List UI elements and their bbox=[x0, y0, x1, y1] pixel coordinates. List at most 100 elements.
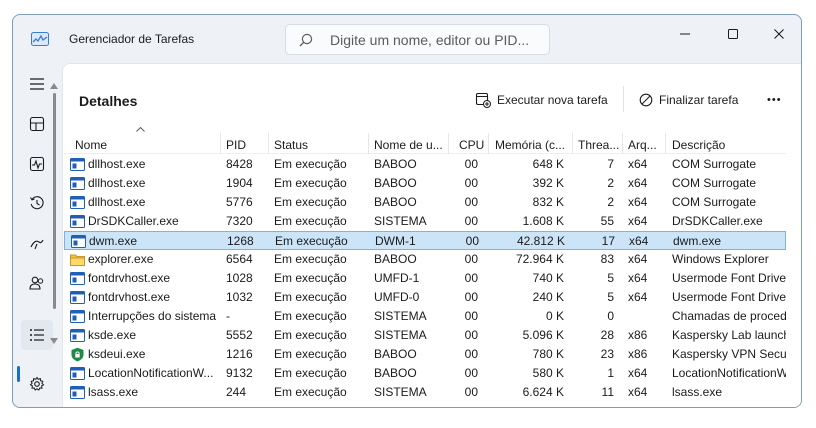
cell-name: explorer.exe bbox=[88, 252, 154, 266]
cell-desc: Usermode Font Driver bbox=[672, 271, 786, 285]
column-header-cpu[interactable]: CPU bbox=[459, 125, 489, 154]
table-row[interactable]: DrSDKCaller.exe 7320 Em execução SISTEMA 00 1… bbox=[64, 212, 786, 231]
table-row[interactable]: dllhost.exe 8428 Em execução BABOO 00 648 K 7x… bbox=[64, 155, 786, 174]
cell-arch: x86 bbox=[628, 328, 648, 342]
cell-arch: x64 bbox=[628, 252, 648, 266]
search-icon bbox=[299, 33, 313, 47]
window-icon bbox=[70, 291, 85, 304]
cell-name: ksdeui.exe bbox=[88, 347, 146, 361]
cell-desc: LocationNotificationW bbox=[672, 366, 786, 380]
cell-user: BABOO bbox=[374, 195, 417, 209]
cell-mem: 648 K bbox=[532, 157, 564, 171]
cell-pid: 6564 bbox=[226, 252, 253, 266]
cell-name: fontdrvhost.exe bbox=[88, 290, 171, 304]
window-icon bbox=[70, 177, 85, 190]
cell-mem: 780 K bbox=[532, 347, 564, 361]
cell-threads: 17 bbox=[601, 234, 615, 248]
end-task-label: Finalizar tarefa bbox=[659, 93, 739, 107]
page-title: Detalhes bbox=[79, 93, 138, 109]
nav-startup-apps[interactable] bbox=[21, 228, 53, 258]
window-icon bbox=[71, 235, 86, 248]
cell-user: SISTEMA bbox=[374, 328, 427, 342]
column-header-pid[interactable]: PID bbox=[226, 125, 266, 154]
cell-arch: x64 bbox=[628, 214, 648, 228]
cell-threads: 23 bbox=[600, 347, 614, 361]
table-row[interactable]: ksdeui.exe 1216 Em execução BABOO 00 780 K 23 x… bbox=[64, 345, 786, 364]
column-header-user[interactable]: Nome de u... bbox=[374, 125, 448, 154]
nav-app-history[interactable] bbox=[21, 188, 53, 218]
cell-status: Em execução bbox=[274, 290, 347, 304]
column-header-memory[interactable]: Memória (c... bbox=[495, 125, 571, 154]
cell-name: Interrupções do sistema bbox=[88, 309, 216, 323]
performance-icon bbox=[29, 156, 45, 172]
cell-status: Em execução bbox=[274, 366, 347, 380]
table-row[interactable]: ksde.exe 5552 Em execução SISTEMA 00 5.096 K 2… bbox=[64, 326, 786, 345]
nav-scroll-up-icon[interactable] bbox=[50, 83, 58, 89]
cell-mem: 0 K bbox=[545, 309, 564, 323]
cell-threads: 2 bbox=[607, 195, 614, 209]
minimize-button[interactable] bbox=[663, 19, 707, 49]
cell-cpu: 00 bbox=[464, 252, 478, 266]
table-row[interactable]: dwm.exe 1268 Em execução DWM-1 00 42.812 K 17 x… bbox=[64, 231, 786, 250]
minimize-icon bbox=[680, 33, 690, 35]
cell-mem: 392 K bbox=[532, 176, 564, 190]
run-new-task-button[interactable]: Executar nova tarefa bbox=[475, 88, 608, 112]
cell-threads: 5 bbox=[576, 402, 614, 405]
more-options-button[interactable]: ••• bbox=[767, 88, 782, 112]
startup-icon bbox=[30, 239, 44, 250]
cell-status: Em execução bbox=[274, 385, 347, 399]
cell-desc: Usermode Font Driver bbox=[672, 290, 786, 304]
cell-arch: x64 bbox=[628, 157, 648, 171]
table-row[interactable]: fontdrvhost.exe 1032 Em execução UMFD-0 00 24… bbox=[64, 288, 786, 307]
cell-status: Em execução bbox=[274, 402, 366, 405]
toolbar-divider bbox=[623, 86, 624, 112]
search-box[interactable] bbox=[285, 24, 550, 55]
nav-performance[interactable] bbox=[21, 149, 53, 179]
run-new-task-label: Executar nova tarefa bbox=[497, 93, 608, 107]
table-row[interactable]: MpDefenderCoreServi... 3580 Em execução SIS… bbox=[64, 402, 786, 405]
end-task-icon bbox=[639, 93, 653, 107]
nav-settings[interactable] bbox=[21, 369, 53, 399]
cell-cpu: 00 bbox=[464, 290, 478, 304]
table-row[interactable]: lsass.exe 244 Em execução SISTEMA 00 6.624 K 1… bbox=[64, 383, 786, 402]
window-icon bbox=[70, 272, 85, 285]
cell-pid: 244 bbox=[226, 385, 247, 399]
close-button[interactable] bbox=[757, 19, 801, 49]
cell-pid: 1216 bbox=[226, 347, 253, 361]
column-header-arch[interactable]: Arq... bbox=[628, 125, 664, 154]
table-row[interactable]: explorer.exe 6564 Em execução BABOO 00 72.964… bbox=[64, 250, 786, 269]
end-task-button[interactable]: Finalizar tarefa bbox=[639, 88, 738, 112]
cell-arch: x64 bbox=[629, 234, 649, 248]
maximize-button[interactable] bbox=[711, 19, 755, 49]
cell-name: dllhost.exe bbox=[88, 176, 146, 190]
nav-users[interactable] bbox=[21, 268, 53, 298]
column-header-status[interactable]: Status bbox=[274, 125, 364, 154]
new-task-icon bbox=[475, 92, 491, 108]
column-header-description[interactable]: Descrição bbox=[672, 125, 782, 154]
nav-processes[interactable] bbox=[21, 109, 53, 139]
cell-status: Em execução bbox=[274, 347, 347, 361]
nav-details[interactable] bbox=[21, 320, 53, 350]
cell-desc: COM Surrogate bbox=[672, 157, 757, 171]
cell-cpu: 00 bbox=[464, 271, 478, 285]
close-icon bbox=[774, 29, 784, 39]
table-row[interactable]: dllhost.exe 5776 Em execução BABOO 00 832 K 2x… bbox=[64, 193, 786, 212]
table-row[interactable]: fontdrvhost.exe 1028 Em execução UMFD-1 00 74… bbox=[64, 269, 786, 288]
table-row[interactable]: Interrupções do sistema - Em execução SISTE… bbox=[64, 307, 786, 326]
table-row[interactable]: LocationNotificationW... 9132 Em execução B… bbox=[64, 364, 786, 383]
cell-status: Em execução bbox=[274, 271, 347, 285]
nav-scroll-down-icon[interactable] bbox=[50, 338, 58, 344]
cell-arch: x86 bbox=[628, 347, 648, 361]
search-input[interactable] bbox=[330, 25, 540, 54]
nav-scrollbar-thumb[interactable] bbox=[53, 93, 56, 309]
table-row[interactable]: dllhost.exe 1904 Em execução BABOO 00 392 K 2x… bbox=[64, 174, 786, 193]
column-header-threads[interactable]: Threa... bbox=[578, 125, 622, 154]
cell-desc: lsass.exe bbox=[672, 385, 723, 399]
cell-user: DWM-1 bbox=[375, 234, 416, 248]
cell-mem: 240 K bbox=[532, 290, 564, 304]
column-header-name[interactable]: Nome bbox=[75, 125, 215, 154]
cell-threads: 5 bbox=[607, 290, 614, 304]
cell-status: Em execução bbox=[274, 252, 347, 266]
cell-user: UMFD-0 bbox=[374, 290, 420, 304]
menu-toggle-button[interactable] bbox=[21, 69, 53, 99]
